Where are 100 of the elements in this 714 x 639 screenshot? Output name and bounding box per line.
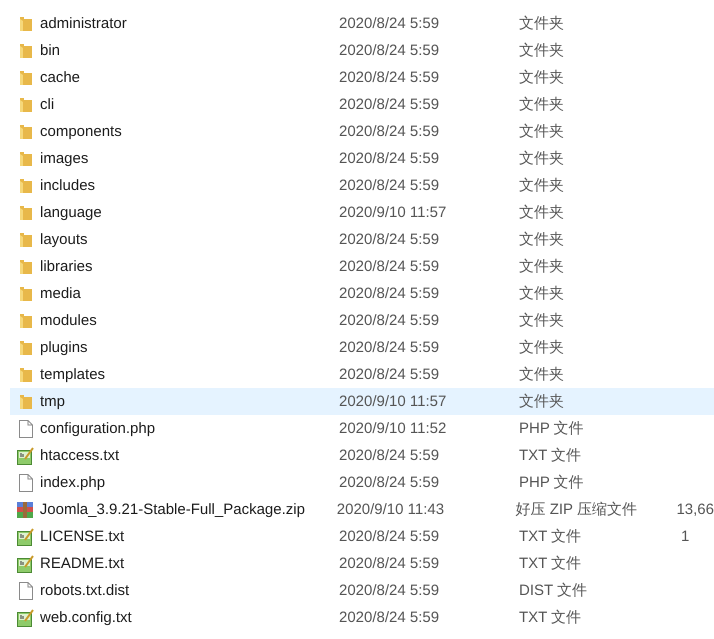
folder-icon [18, 366, 32, 382]
modified-date: 2020/8/24 5:59 [339, 285, 440, 302]
file-name: images [40, 150, 90, 167]
folder-icon [18, 258, 32, 274]
file-row[interactable]: cli 2020/8/24 5:59 文件夹 [10, 91, 714, 118]
folder-icon [18, 124, 32, 140]
file-type: TXT 文件 [519, 608, 582, 627]
folder-icon [18, 96, 32, 112]
modified-date: 2020/9/10 11:52 [339, 420, 448, 437]
file-row[interactable]: media 2020/8/24 5:59 文件夹 [10, 280, 714, 307]
file-name: language [40, 204, 103, 221]
folder-icon [18, 204, 32, 220]
modified-date: 2020/8/24 5:59 [339, 447, 440, 464]
file-type: 文件夹 [519, 365, 565, 384]
modified-date: 2020/8/24 5:59 [339, 42, 440, 59]
notepad-icon [16, 608, 34, 626]
file-name: README.txt [40, 555, 126, 572]
file-type: 文件夹 [519, 68, 565, 87]
file-row[interactable]: administrator 2020/8/24 5:59 文件夹 [10, 10, 714, 37]
file-name: configuration.php [40, 420, 156, 437]
modified-date: 2020/8/24 5:59 [339, 555, 440, 572]
file-type: 文件夹 [519, 392, 565, 411]
folder-icon [18, 394, 32, 410]
file-size: 13,66 [676, 501, 714, 518]
file-row[interactable]: index.php 2020/8/24 5:59 PHP 文件 [10, 469, 714, 496]
file-name: administrator [40, 15, 128, 32]
file-name: includes [40, 177, 96, 194]
modified-date: 2020/8/24 5:59 [339, 177, 440, 194]
document-icon [18, 582, 32, 600]
modified-date: 2020/9/10 11:57 [339, 204, 448, 221]
modified-date: 2020/8/24 5:59 [339, 150, 440, 167]
file-name: modules [40, 312, 98, 329]
modified-date: 2020/8/24 5:59 [339, 231, 440, 248]
file-type: 好压 ZIP 压缩文件 [516, 500, 638, 519]
file-type: 文件夹 [519, 149, 565, 168]
folder-icon [18, 340, 32, 356]
folder-icon [18, 150, 32, 166]
file-type: TXT 文件 [519, 554, 582, 573]
modified-date: 2020/9/10 11:43 [336, 501, 446, 518]
file-row[interactable]: Joomla_3.9.21-Stable-Full_Package.zip 2020/9/10 11:43 好压 ZIP 压缩文件 13,66 [10, 496, 714, 523]
modified-date: 2020/8/24 5:59 [339, 528, 440, 545]
file-type: 文件夹 [519, 95, 565, 114]
folder-icon [18, 178, 32, 194]
modified-date: 2020/8/24 5:59 [339, 312, 440, 329]
folder-icon [18, 42, 32, 58]
notepad-icon [16, 446, 34, 464]
file-type: 文件夹 [519, 257, 565, 276]
modified-date: 2020/8/24 5:59 [339, 69, 440, 86]
file-row[interactable]: LICENSE.txt 2020/8/24 5:59 TXT 文件 1 [10, 523, 714, 550]
file-row[interactable]: language 2020/9/10 11:57 文件夹 [10, 199, 714, 226]
folder-icon [18, 232, 32, 248]
file-name: cache [40, 69, 82, 86]
file-size: 1 [681, 528, 690, 545]
file-row[interactable]: layouts 2020/8/24 5:59 文件夹 [10, 226, 714, 253]
file-type: PHP 文件 [519, 419, 585, 438]
file-row[interactable]: components 2020/8/24 5:59 文件夹 [10, 118, 714, 145]
notepad-icon [16, 528, 34, 546]
file-row[interactable]: robots.txt.dist 2020/8/24 5:59 DIST 文件 [10, 577, 714, 604]
file-row[interactable]: configuration.php 2020/9/10 11:52 PHP 文件 [10, 415, 714, 442]
file-name: layouts [40, 231, 89, 248]
document-icon [18, 420, 32, 438]
file-name: robots.txt.dist [40, 582, 130, 599]
file-name: Joomla_3.9.21-Stable-Full_Package.zip [40, 501, 306, 518]
modified-date: 2020/8/24 5:59 [339, 15, 440, 32]
document-icon [18, 474, 32, 492]
file-name: libraries [40, 258, 94, 275]
file-type: 文件夹 [519, 311, 565, 330]
file-row[interactable]: plugins 2020/8/24 5:59 文件夹 [10, 334, 714, 361]
file-row[interactable]: templates 2020/8/24 5:59 文件夹 [10, 361, 714, 388]
file-row[interactable]: images 2020/8/24 5:59 文件夹 [10, 145, 714, 172]
modified-date: 2020/8/24 5:59 [339, 96, 440, 113]
file-type: 文件夹 [519, 14, 565, 33]
file-row[interactable]: cache 2020/8/24 5:59 文件夹 [10, 64, 714, 91]
file-type: 文件夹 [519, 41, 565, 60]
file-row[interactable]: web.config.txt 2020/8/24 5:59 TXT 文件 [10, 604, 714, 631]
file-name: bin [40, 42, 62, 59]
modified-date: 2020/8/24 5:59 [339, 258, 440, 275]
file-row[interactable]: libraries 2020/8/24 5:59 文件夹 [10, 253, 714, 280]
file-name: templates [40, 366, 106, 383]
file-name: cli [40, 96, 56, 113]
file-type: TXT 文件 [519, 446, 582, 465]
file-name: components [40, 123, 123, 140]
file-type: DIST 文件 [519, 581, 588, 600]
file-row[interactable]: includes 2020/8/24 5:59 文件夹 [10, 172, 714, 199]
selected-file-row[interactable]: tmp 2020/9/10 11:57 文件夹 [10, 388, 714, 415]
folder-icon [18, 16, 32, 32]
modified-date: 2020/8/24 5:59 [339, 339, 440, 356]
modified-date: 2020/8/24 5:59 [339, 474, 440, 491]
modified-date: 2020/9/10 11:57 [339, 393, 448, 410]
file-row[interactable]: htaccess.txt 2020/8/24 5:59 TXT 文件 [10, 442, 714, 469]
file-row[interactable]: README.txt 2020/8/24 5:59 TXT 文件 [10, 550, 714, 577]
file-type: 文件夹 [519, 338, 565, 357]
file-row[interactable]: bin 2020/8/24 5:59 文件夹 [10, 37, 714, 64]
file-type: 文件夹 [519, 230, 565, 249]
file-row[interactable]: modules 2020/8/24 5:59 文件夹 [10, 307, 714, 334]
folder-icon [18, 286, 32, 302]
archive-icon [16, 500, 34, 518]
file-name: tmp [40, 393, 66, 410]
modified-date: 2020/8/24 5:59 [339, 582, 440, 599]
file-name: web.config.txt [40, 609, 133, 626]
